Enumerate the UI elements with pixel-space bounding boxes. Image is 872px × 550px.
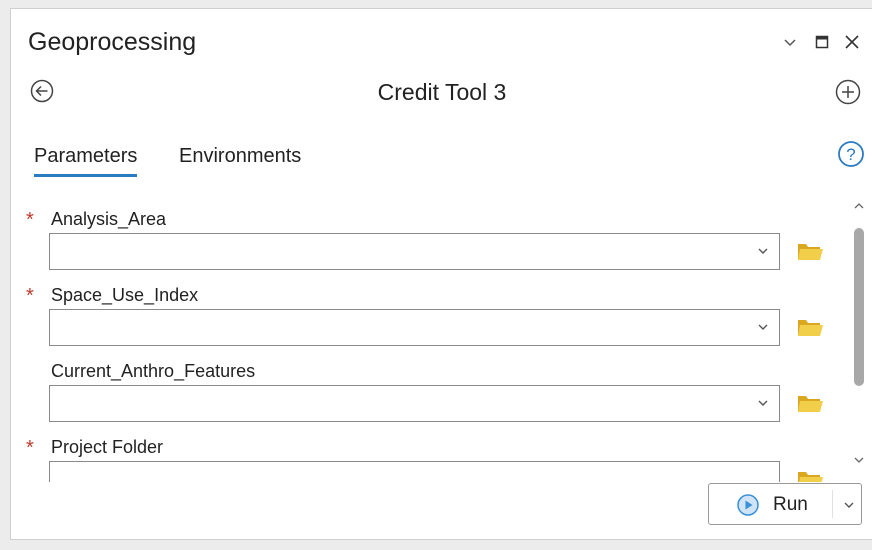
project-folder-input[interactable]	[49, 461, 780, 482]
required-marker: *	[26, 285, 34, 307]
tab-environments[interactable]: Environments	[179, 145, 301, 174]
pane-title: Geoprocessing	[28, 28, 197, 56]
chevron-down-icon	[784, 39, 796, 47]
param-label-project-folder: Project Folder	[51, 437, 164, 457]
run-divider	[832, 490, 833, 518]
folder-icon[interactable]	[796, 392, 824, 414]
param-label-space-use-index: Space_Use_Index	[51, 285, 199, 305]
required-marker: *	[26, 437, 34, 459]
folder-icon[interactable]	[796, 468, 824, 482]
chevron-down-icon[interactable]	[843, 501, 855, 509]
space-use-index-input[interactable]	[49, 309, 780, 346]
help-button[interactable]: ?	[837, 140, 865, 168]
play-icon	[737, 494, 759, 516]
folder-icon[interactable]	[796, 316, 824, 338]
param-label-analysis-area: Analysis_Area	[51, 209, 167, 229]
geoprocessing-pane: Geoprocessing Credit Tool 3 Parameters E…	[10, 8, 872, 540]
run-button[interactable]: Run	[708, 483, 862, 525]
pane-options-button[interactable]	[779, 31, 801, 53]
folder-icon[interactable]	[796, 240, 824, 262]
add-button[interactable]	[835, 79, 861, 105]
chevron-down-icon[interactable]	[757, 247, 769, 255]
tool-title: Credit Tool 3	[377, 79, 507, 105]
add-icon	[835, 79, 861, 105]
required-marker: *	[26, 209, 34, 231]
help-icon: ?	[838, 141, 864, 167]
maximize-button[interactable]	[811, 31, 833, 53]
scroll-down-icon[interactable]	[853, 456, 865, 464]
chevron-down-icon[interactable]	[757, 399, 769, 407]
scroll-thumb[interactable]	[854, 228, 864, 386]
svg-text:?: ?	[846, 145, 855, 164]
vertical-scrollbar[interactable]	[849, 194, 869, 482]
chevron-down-icon[interactable]	[757, 323, 769, 331]
param-label-current-anthro-features: Current_Anthro_Features	[51, 361, 256, 381]
scroll-up-icon[interactable]	[853, 202, 865, 210]
analysis-area-input[interactable]	[49, 233, 780, 270]
current-anthro-features-input[interactable]	[49, 385, 780, 422]
tab-parameters[interactable]: Parameters	[34, 145, 138, 177]
run-label: Run	[773, 494, 808, 515]
maximize-icon	[815, 35, 829, 49]
close-button[interactable]	[841, 31, 863, 53]
close-icon	[845, 35, 859, 49]
parameters-list: * Analysis_Area * Space_Use_Index Curren…	[11, 194, 872, 482]
